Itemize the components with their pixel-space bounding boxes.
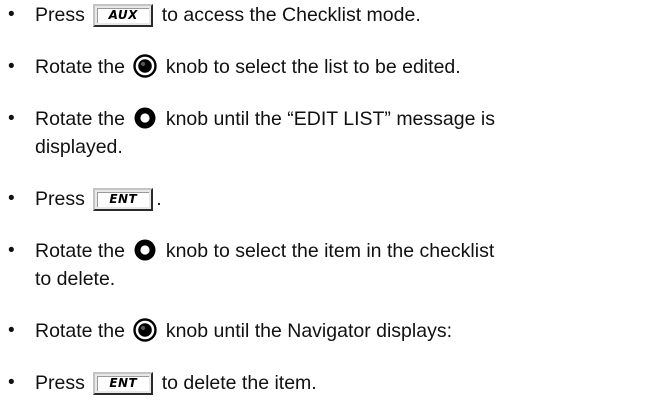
step-text: Press ENT. <box>35 185 655 213</box>
step-text: Rotate the knob to select the item in th… <box>35 237 655 293</box>
bullet: • <box>8 108 15 129</box>
step-text: Rotate the knob to select the list to be… <box>35 53 655 81</box>
step-text: Rotate the knob until the “EDIT LIST” me… <box>35 105 655 161</box>
bullet: • <box>8 56 15 77</box>
step-text-start: Press <box>35 372 85 394</box>
step-text-end: knob to select the item in the checklist <box>165 240 495 262</box>
bullet: • <box>8 320 15 341</box>
key-label: ENT <box>109 192 138 206</box>
step-text-start: Rotate the <box>35 56 125 78</box>
bullet: • <box>8 240 15 261</box>
step-text-end: knob to select the list to be edited. <box>165 56 461 78</box>
step-text-end: knob until the Navigator displays: <box>165 320 452 342</box>
step-text: Rotate the knob until the Navigator disp… <box>35 317 655 345</box>
bullet: • <box>8 4 15 25</box>
bullet: • <box>8 372 15 393</box>
step-text-end: knob until the “EDIT LIST” message is <box>165 108 495 130</box>
step-text-end: . <box>156 188 162 210</box>
step-text-continued: displayed. <box>35 136 123 158</box>
step-text-start: Rotate the <box>35 320 125 342</box>
step-text-start: Rotate the <box>35 108 125 130</box>
aux-key-icon: AUX <box>93 4 154 27</box>
step-text-start: Press <box>35 188 85 210</box>
small-knob-icon <box>133 318 158 342</box>
step-text: Press ENT to delete the item. <box>35 369 655 397</box>
key-label: ENT <box>109 376 138 390</box>
bullet: • <box>8 188 15 209</box>
large-knob-icon <box>134 239 156 261</box>
large-knob-icon <box>134 107 156 129</box>
small-knob-icon <box>133 54 158 78</box>
ent-key-icon: ENT <box>93 372 154 395</box>
ent-key-icon: ENT <box>93 188 154 211</box>
key-label: AUX <box>108 8 138 22</box>
step-text-start: Rotate the <box>35 240 125 262</box>
step-text-start: Press <box>35 4 85 26</box>
step-text-end: to delete the item. <box>161 372 317 394</box>
step-text: Press AUX to access the Checklist mode. <box>35 1 655 29</box>
step-text-end: to access the Checklist mode. <box>161 4 421 26</box>
step-text-continued: to delete. <box>35 268 116 290</box>
